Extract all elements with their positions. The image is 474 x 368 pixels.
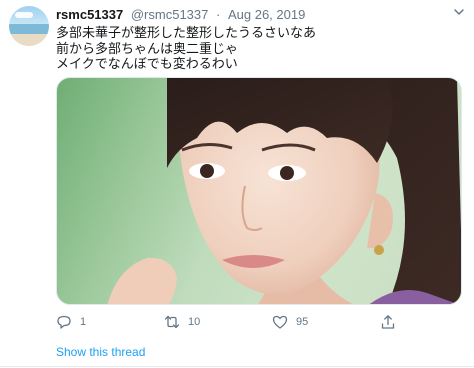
avatar-sand xyxy=(9,34,49,46)
retweet-icon xyxy=(164,315,180,329)
portrait-photo xyxy=(107,78,461,304)
tweet-text-line: 前から多部ちゃんは奥二重じゃ xyxy=(56,40,239,56)
tweet-date[interactable]: Aug 26, 2019 xyxy=(228,7,305,22)
chevron-down-icon[interactable] xyxy=(452,5,466,19)
hand xyxy=(107,257,177,304)
like-button[interactable]: 95 xyxy=(272,312,308,332)
tweet-photo[interactable] xyxy=(56,77,462,305)
reply-icon xyxy=(57,315,71,329)
action-bar: 1 10 95 xyxy=(56,312,462,332)
reply-count: 1 xyxy=(80,316,87,328)
iris-left xyxy=(200,164,214,178)
retweet-count: 10 xyxy=(188,316,201,328)
reply-button[interactable]: 1 xyxy=(56,312,86,332)
avatar-cloud xyxy=(15,12,33,18)
tweet-text-line: 多部未華子が整形した整形したうるさいなあ xyxy=(56,25,317,40)
avatar-sea xyxy=(9,24,49,34)
separator-dot: · xyxy=(216,7,221,22)
show-thread-link[interactable]: Show this thread xyxy=(56,345,145,359)
like-count: 95 xyxy=(296,316,309,328)
user-handle[interactable]: @rsmc51337 xyxy=(131,7,209,22)
tweet-text-line: メイクでなんぼでも変わるわい xyxy=(56,56,238,71)
tweet-text: 多部未華子が整形した整形したうるさいなあ 前から多部ちゃんは奥二重じゃ メイクで… xyxy=(56,25,456,72)
iris-right xyxy=(280,166,294,180)
avatar[interactable] xyxy=(9,6,49,46)
heart-icon xyxy=(272,315,288,329)
tweet-card[interactable]: rsmc51337 @rsmc51337 · Aug 26, 2019 多部未華… xyxy=(0,0,474,368)
display-name[interactable]: rsmc51337 xyxy=(56,7,123,22)
share-button[interactable] xyxy=(380,312,396,332)
divider xyxy=(0,366,474,367)
tweet-header: rsmc51337 @rsmc51337 · Aug 26, 2019 xyxy=(56,7,305,25)
retweet-button[interactable]: 10 xyxy=(164,312,200,332)
share-icon xyxy=(381,315,395,329)
earring xyxy=(374,245,384,255)
